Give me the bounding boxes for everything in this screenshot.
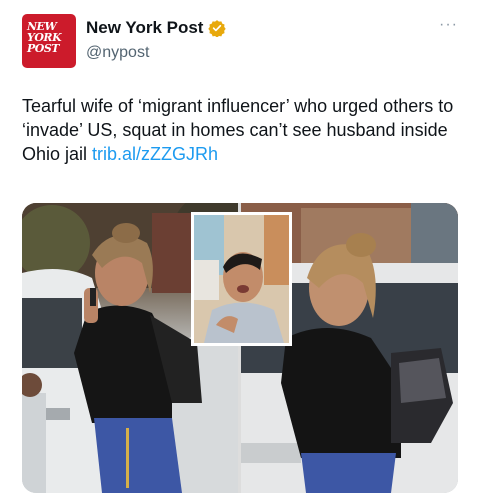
verified-badge-icon [208, 20, 227, 37]
man-selfie-inset-photo [191, 212, 292, 346]
tweet-text: Tearful wife of ‘migrant influencer’ who… [22, 94, 462, 166]
tweet-body: Tearful wife of ‘migrant influencer’ who… [22, 96, 454, 164]
handle[interactable]: @nypost [86, 44, 149, 62]
tweet-link[interactable]: trib.al/zZZGJRh [92, 144, 218, 164]
display-name[interactable]: New York Post [86, 18, 203, 38]
media-image[interactable] [22, 203, 458, 493]
more-options-icon[interactable]: ··· [439, 17, 458, 33]
inset-photo-illustration [194, 215, 289, 343]
tweet-header: NEW YORK POST New York Post @nypost ··· [22, 14, 462, 70]
nypost-avatar[interactable]: NEW YORK POST [22, 14, 76, 68]
name-row: New York Post [86, 18, 227, 38]
avatar-logo-text: NEW YORK POST [27, 20, 62, 55]
